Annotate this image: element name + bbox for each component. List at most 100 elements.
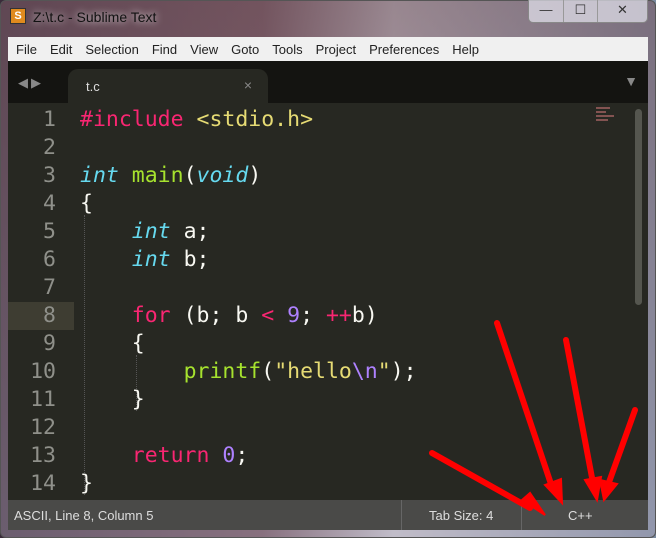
line-number: 2	[43, 135, 56, 160]
menu-tools[interactable]: Tools	[272, 42, 302, 57]
code-line[interactable]: 7	[8, 274, 628, 302]
token-pl: (	[261, 359, 275, 384]
line-number: 1	[43, 107, 56, 132]
tab-back-icon[interactable]: ◀	[18, 75, 31, 90]
code-line[interactable]: 12	[8, 414, 628, 442]
line-number: 13	[30, 443, 56, 468]
tab-bar: ◀▶ t.c × ▼	[8, 61, 648, 103]
line-number: 7	[43, 275, 56, 300]
line-number: 3	[43, 163, 56, 188]
token-pl: b)	[351, 303, 378, 328]
menu-find[interactable]: Find	[152, 42, 177, 57]
token-ty: int	[131, 247, 171, 272]
line-number: 14	[30, 471, 56, 496]
token-num: 9	[287, 303, 301, 328]
code-line[interactable]: 3 int main(void)	[8, 162, 628, 190]
code-line[interactable]: 10 printf("hello\n");	[8, 358, 628, 386]
sublime-app-icon: S	[10, 8, 26, 24]
code-line[interactable]: 5 int a;	[8, 218, 628, 246]
token-pl: ;	[235, 443, 249, 468]
code-text: }	[80, 470, 93, 498]
cursor-position: ASCII, Line 8, Column 5	[14, 508, 154, 523]
token-pl: {	[80, 191, 93, 216]
code-line[interactable]: 14}	[8, 470, 628, 498]
code-line[interactable]: 8 for (b; b < 9; ++b)	[8, 302, 628, 330]
code-editor[interactable]: 1 #include <stdio.h> 2 3 int main(void) 4{5 i…	[8, 103, 648, 500]
code-text: for (b; b < 9; ++b)	[80, 302, 378, 330]
tab-size-selector[interactable]: Tab Size: 4	[429, 508, 493, 523]
token-kw: #include	[80, 107, 184, 132]
token-pl: )	[248, 163, 262, 188]
token-esc: \n	[351, 359, 378, 384]
menu-preferences[interactable]: Preferences	[369, 42, 439, 57]
menu-edit[interactable]: Edit	[50, 42, 72, 57]
code-line[interactable]: 6 int b;	[8, 246, 628, 274]
line-number: 8	[8, 302, 74, 330]
code-line[interactable]: 4{	[8, 190, 628, 218]
line-number: 12	[30, 415, 56, 440]
menu-view[interactable]: View	[190, 42, 218, 57]
code-text: return 0;	[80, 442, 249, 470]
menu-goto[interactable]: Goto	[231, 42, 259, 57]
token-str: "	[377, 359, 391, 384]
menu-file[interactable]: File	[16, 42, 37, 57]
minimize-button[interactable]: —	[529, 0, 563, 22]
maximize-button[interactable]: ☐	[563, 0, 597, 22]
code-line[interactable]: 9 {	[8, 330, 628, 358]
token-pl: {	[80, 331, 145, 356]
menu-selection[interactable]: Selection	[85, 42, 138, 57]
line-number: 6	[43, 247, 56, 272]
close-button[interactable]: ✕	[597, 0, 647, 22]
token-fn: main	[131, 163, 184, 188]
token-str: "hello	[274, 359, 352, 384]
code-line[interactable]: 2	[8, 134, 628, 162]
token-pl: }	[80, 471, 93, 496]
menu-project[interactable]: Project	[316, 42, 356, 57]
tab-label: t.c	[86, 79, 100, 94]
token-kw: return	[131, 443, 210, 468]
tab-forward-icon[interactable]: ▶	[31, 75, 44, 90]
menu-help[interactable]: Help	[452, 42, 479, 57]
line-number: 10	[30, 359, 56, 384]
token-ty: void	[196, 163, 249, 188]
token-pl: a;	[170, 219, 210, 244]
token-str: <stdio.h>	[196, 107, 314, 132]
token-kw: ++	[325, 303, 352, 328]
token-pl: b;	[170, 247, 210, 272]
syntax-selector[interactable]: C++	[568, 508, 593, 523]
code-line[interactable]: 1 #include <stdio.h>	[8, 106, 628, 134]
token-kw: <	[261, 303, 275, 328]
tab-close-icon[interactable]: ×	[244, 77, 252, 93]
line-number: 4	[43, 191, 56, 216]
code-text: }	[80, 386, 145, 414]
code-text: int b;	[80, 246, 210, 274]
token-pl: (b; b	[170, 303, 262, 328]
tab-t-c[interactable]: t.c ×	[68, 69, 268, 103]
status-bar: ASCII, Line 8, Column 5 Tab Size: 4 C++	[8, 500, 648, 530]
code-text: int a;	[80, 218, 210, 246]
code-text: {	[80, 330, 145, 358]
code-text: printf("hello\n");	[80, 358, 417, 386]
token-pl: }	[80, 387, 145, 412]
token-fn: printf	[183, 359, 262, 384]
line-number: 9	[43, 331, 56, 356]
code-line[interactable]: 11 }	[8, 386, 628, 414]
code-text: {	[80, 190, 93, 218]
token-pl: ;	[300, 303, 326, 328]
token-num: 0	[222, 443, 236, 468]
token-pl: );	[390, 359, 417, 384]
title-bar: S Z:\t.c - Sublime Text — ☐ ✕	[0, 0, 656, 34]
vertical-scrollbar[interactable]	[635, 109, 642, 305]
tab-list-dropdown-icon[interactable]: ▼	[624, 73, 638, 89]
code-text: int main(void)	[80, 162, 261, 190]
token-pl: (	[183, 163, 197, 188]
code-line[interactable]: 13 return 0;	[8, 442, 628, 470]
token-kw: for	[131, 303, 171, 328]
window-title: Z:\t.c - Sublime Text	[33, 9, 157, 25]
